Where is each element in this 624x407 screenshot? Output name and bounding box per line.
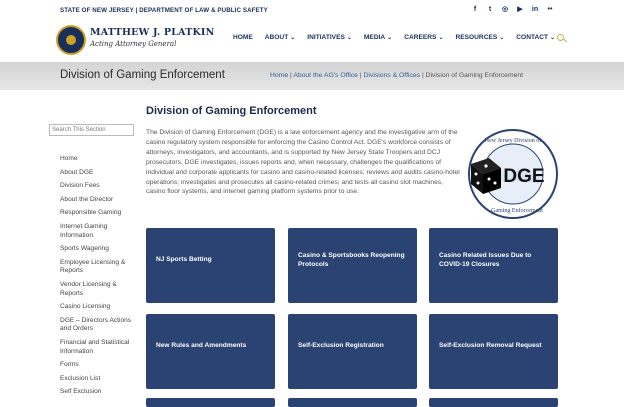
nav-contact[interactable]: CONTACT ⌄ xyxy=(516,34,555,41)
tile-label: Casino & Sportsbooks Reopening Protocols xyxy=(298,252,405,268)
sidebar-item-self-exclusion[interactable]: Self Exclusion xyxy=(60,388,140,397)
sidebar-item-directors-actions[interactable]: DGE – Directors Actions and Orders xyxy=(60,317,140,334)
ag-title: Acting Attorney General xyxy=(90,40,177,48)
logo-center-text: DGE xyxy=(503,166,544,187)
twitter-icon[interactable]: t xyxy=(486,5,494,15)
linkedin-icon[interactable]: in xyxy=(531,5,539,15)
logo-bottom-text: Gaming Enforcement xyxy=(491,207,543,214)
chevron-down-icon: ⌄ xyxy=(550,35,556,41)
nav-about[interactable]: ABOUT ⌄ xyxy=(265,34,295,41)
breadcrumb-divisions[interactable]: Divisions & Offices xyxy=(364,72,421,79)
logo-top-text: New Jersey Division of xyxy=(485,137,542,144)
sidebar-item-division-fees[interactable]: Division Fees xyxy=(60,182,140,191)
nav-careers[interactable]: CAREERS ⌄ xyxy=(404,34,443,41)
sidebar-item-forms[interactable]: Forms xyxy=(60,361,140,370)
tile-self-exclusion-removal[interactable]: Self-Exclusion Removal Request xyxy=(429,314,558,389)
nav-initiatives[interactable]: INITIATIVES ⌄ xyxy=(307,34,352,41)
tile-reopening-protocols[interactable]: Casino & Sportsbooks Reopening Protocols xyxy=(288,228,417,303)
tile-partial[interactable] xyxy=(288,398,417,407)
content-title: Division of Gaming Enforcement xyxy=(146,105,317,117)
sidebar-item-financial-info[interactable]: Financial and Statistical Information xyxy=(60,339,140,356)
chevron-down-icon: ⌄ xyxy=(387,35,393,41)
site-header: MATTHEW J. PLATKIN Acting Attorney Gener… xyxy=(0,22,624,62)
tile-new-rules[interactable]: New Rules and Amendments xyxy=(146,314,275,389)
sidebar-nav: Home About DGE Division Fees About the D… xyxy=(60,155,140,402)
chevron-down-icon: ⌄ xyxy=(346,35,352,41)
flickr-icon[interactable]: •• xyxy=(546,5,554,15)
tile-covid-closures[interactable]: Casino Related Issues Due to COVID-19 Cl… xyxy=(429,228,558,303)
tile-partial[interactable] xyxy=(146,398,275,407)
dge-logo: DGE New Jersey Division of Gaming Enforc… xyxy=(468,129,558,219)
social-links: f t ◎ ▶ in •• xyxy=(471,5,554,15)
tile-label: Casino Related Issues Due to COVID-19 Cl… xyxy=(439,252,532,268)
tile-label: Self-Exclusion Removal Request xyxy=(439,342,542,349)
page-title-band: Division of Gaming Enforcement Home | Ab… xyxy=(0,62,624,90)
section-search-input[interactable]: Search This Section xyxy=(49,124,134,136)
tile-label: Self-Exclusion Registration xyxy=(298,342,384,349)
instagram-icon[interactable]: ◎ xyxy=(501,5,509,15)
sidebar-item-employee-licensing[interactable]: Employee Licensing & Reports xyxy=(60,259,140,276)
chevron-down-icon: ⌄ xyxy=(438,35,444,41)
tile-label: New Rules and Amendments xyxy=(156,342,247,349)
sidebar-item-casino-licensing[interactable]: Casino Licensing xyxy=(60,303,140,312)
sidebar-item-responsible-gaming[interactable]: Responsible Gaming xyxy=(60,209,140,218)
sidebar-item-sports-wagering[interactable]: Sports Wagering xyxy=(60,245,140,254)
nav-resources[interactable]: RESOURCES ⌄ xyxy=(455,34,504,41)
tile-label: NJ Sports Betting xyxy=(156,256,212,263)
tile-partial[interactable] xyxy=(429,398,558,407)
nav-home[interactable]: HOME xyxy=(233,34,253,41)
chevron-down-icon: ⌄ xyxy=(290,35,296,41)
breadcrumb: Home | About the AG's Office | Divisions… xyxy=(270,72,523,79)
nav-media[interactable]: MEDIA ⌄ xyxy=(364,34,392,41)
sidebar-item-vendor-licensing[interactable]: Vendor Licensing & Reports xyxy=(60,281,140,298)
search-icon[interactable] xyxy=(557,34,564,41)
page-title: Division of Gaming Enforcement xyxy=(60,69,225,81)
sidebar-item-about-director[interactable]: About the Director xyxy=(60,196,140,205)
facebook-icon[interactable]: f xyxy=(471,5,479,15)
breadcrumb-current: Division of Gaming Enforcement xyxy=(425,72,524,79)
sidebar-item-about-dge[interactable]: About DGE xyxy=(60,169,140,178)
youtube-icon[interactable]: ▶ xyxy=(516,5,524,15)
sidebar-item-exclusion-list[interactable]: Exclusion List xyxy=(60,375,140,384)
ag-name[interactable]: MATTHEW J. PLATKIN xyxy=(90,27,214,38)
sidebar-item-internet-gaming[interactable]: Internet Gaming Information xyxy=(60,223,140,240)
top-bar: STATE OF NEW JERSEY | DEPARTMENT OF LAW … xyxy=(0,0,624,22)
chevron-down-icon: ⌄ xyxy=(499,35,505,41)
breadcrumb-home[interactable]: Home xyxy=(270,72,288,79)
state-seal-logo[interactable] xyxy=(56,25,86,55)
intro-paragraph: The Division of Gaming Enforcement (DGE)… xyxy=(146,129,460,196)
tile-nj-sports-betting[interactable]: NJ Sports Betting xyxy=(146,228,275,303)
breadcrumb-about[interactable]: About the AG's Office xyxy=(293,72,358,79)
tile-self-exclusion-registration[interactable]: Self-Exclusion Registration xyxy=(288,314,417,389)
state-department-label: STATE OF NEW JERSEY | DEPARTMENT OF LAW … xyxy=(60,7,268,14)
main-nav: HOME ABOUT ⌄ INITIATIVES ⌄ MEDIA ⌄ CAREERS ⌄… xyxy=(233,34,567,41)
sidebar-item-home[interactable]: Home xyxy=(60,155,140,164)
